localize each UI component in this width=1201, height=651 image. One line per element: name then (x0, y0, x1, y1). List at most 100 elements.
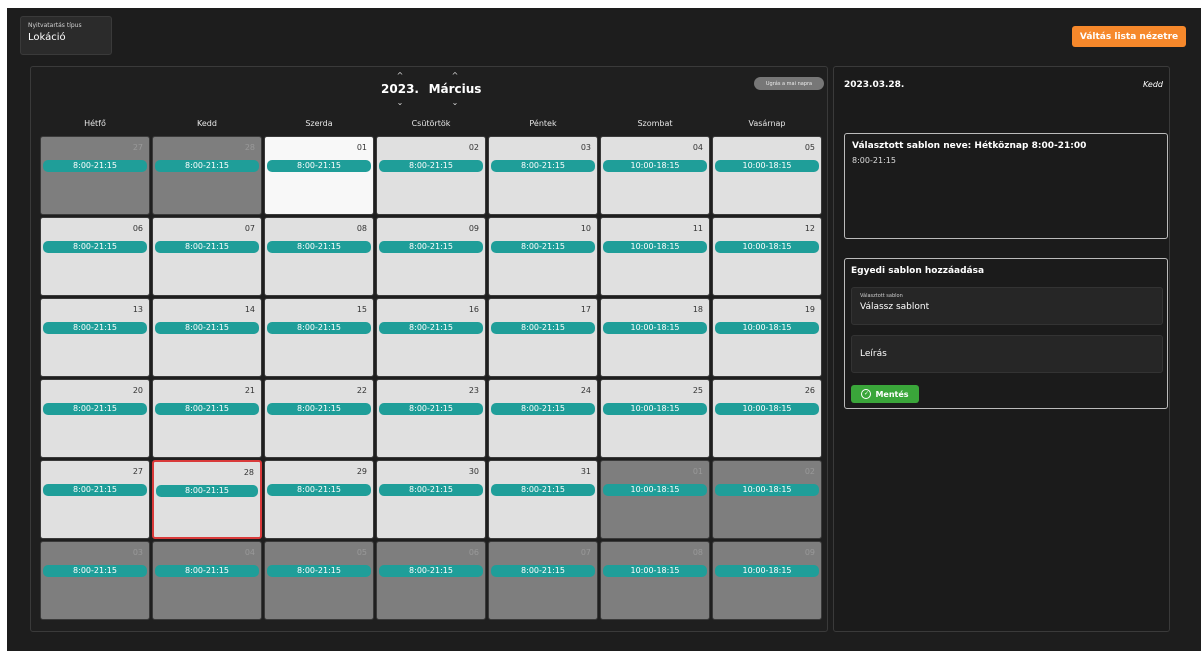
year-up-icon[interactable]: ^ (397, 71, 404, 80)
day-number: 03 (580, 143, 591, 152)
template-select[interactable]: Választott sablon Válassz sablont (851, 287, 1163, 325)
day-number: 24 (580, 386, 591, 395)
weekday-label: Szombat (637, 119, 673, 128)
year-down-icon[interactable]: ⌄ (397, 98, 404, 107)
calendar-panel: ^ 2023. ⌄ ^ Március ⌄ Ugrás a mai napra … (30, 66, 828, 632)
day-cell[interactable]: 27 8:00-21:15 (40, 136, 150, 215)
day-cell[interactable]: 21 8:00-21:15 (152, 379, 262, 458)
day-number: 08 (692, 548, 703, 557)
custom-template-box: Egyedi sablon hozzáadása Választott sabl… (844, 258, 1168, 409)
opening-hours-pill: 10:00-18:15 (603, 484, 707, 496)
opening-hours-pill: 10:00-18:15 (603, 565, 707, 577)
day-number: 10 (580, 224, 591, 233)
opening-hours-pill: 10:00-18:15 (603, 322, 707, 334)
opening-type-label: Nyitvatartás típus (28, 22, 82, 29)
opening-hours-pill: 8:00-21:15 (155, 241, 259, 253)
app-root: Nyitvatartás típus Lokáció Váltás lista … (7, 8, 1201, 651)
opening-hours-pill: 8:00-21:15 (155, 403, 259, 415)
day-cell[interactable]: 03 8:00-21:15 (488, 136, 598, 215)
day-number: 28 (243, 468, 254, 477)
day-cell[interactable]: 09 8:00-21:15 (376, 217, 486, 296)
day-cell[interactable]: 09 10:00-18:15 (712, 541, 822, 620)
day-number: 01 (356, 143, 367, 152)
day-cell[interactable]: 10 8:00-21:15 (488, 217, 598, 296)
day-cell[interactable]: 16 8:00-21:15 (376, 298, 486, 377)
day-cell[interactable]: 20 8:00-21:15 (40, 379, 150, 458)
day-number: 01 (692, 467, 703, 476)
opening-type-select[interactable]: Nyitvatartás típus Lokáció (20, 16, 112, 55)
day-cell[interactable]: 02 8:00-21:15 (376, 136, 486, 215)
day-cell[interactable]: 06 8:00-21:15 (40, 217, 150, 296)
day-number: 26 (804, 386, 815, 395)
opening-hours-pill: 10:00-18:15 (603, 403, 707, 415)
day-cell[interactable]: 24 8:00-21:15 (488, 379, 598, 458)
opening-hours-pill: 10:00-18:15 (715, 565, 819, 577)
day-number: 28 (244, 143, 255, 152)
day-number: 14 (244, 305, 255, 314)
day-cell[interactable]: 08 10:00-18:15 (600, 541, 710, 620)
opening-hours-pill: 8:00-21:15 (491, 403, 595, 415)
month-up-icon[interactable]: ^ (452, 71, 459, 80)
opening-hours-pill: 10:00-18:15 (715, 403, 819, 415)
selected-day-name: Kedd (1142, 80, 1163, 89)
day-number: 02 (804, 467, 815, 476)
day-cell[interactable]: 31 8:00-21:15 (488, 460, 598, 539)
day-cell[interactable]: 17 8:00-21:15 (488, 298, 598, 377)
description-field[interactable]: Leírás (851, 335, 1163, 373)
day-number: 05 (356, 548, 367, 557)
day-cell[interactable]: 07 8:00-21:15 (152, 217, 262, 296)
day-cell[interactable]: 23 8:00-21:15 (376, 379, 486, 458)
day-number: 27 (132, 467, 143, 476)
opening-hours-pill: 10:00-18:15 (715, 322, 819, 334)
day-cell[interactable]: 18 10:00-18:15 (600, 298, 710, 377)
day-cell[interactable]: 13 8:00-21:15 (40, 298, 150, 377)
opening-hours-pill: 8:00-21:15 (267, 403, 371, 415)
weekday-label: Kedd (197, 119, 217, 128)
opening-hours-pill: 8:00-21:15 (491, 322, 595, 334)
day-cell[interactable]: 05 8:00-21:15 (264, 541, 374, 620)
switch-list-view-button[interactable]: Váltás lista nézetre (1072, 26, 1186, 47)
day-cell[interactable]: 01 10:00-18:15 (600, 460, 710, 539)
save-button[interactable]: ✓ Mentés (851, 385, 919, 403)
opening-hours-pill: 8:00-21:15 (379, 565, 483, 577)
weekday-label: Péntek (529, 119, 557, 128)
day-cell[interactable]: 06 8:00-21:15 (376, 541, 486, 620)
day-cell[interactable]: 22 8:00-21:15 (264, 379, 374, 458)
template-select-label: Választott sablon (860, 293, 903, 299)
template-hours: 8:00-21:15 (852, 156, 896, 165)
day-cell[interactable]: 28 8:00-21:15 (152, 136, 262, 215)
day-cell[interactable]: 03 8:00-21:15 (40, 541, 150, 620)
day-cell[interactable]: 07 8:00-21:15 (488, 541, 598, 620)
day-cell[interactable]: 04 8:00-21:15 (152, 541, 262, 620)
day-cell[interactable]: 15 8:00-21:15 (264, 298, 374, 377)
save-label: Mentés (875, 389, 909, 399)
day-cell[interactable]: 01 8:00-21:15 (264, 136, 374, 215)
day-cell[interactable]: 19 10:00-18:15 (712, 298, 822, 377)
day-cell[interactable]: 26 10:00-18:15 (712, 379, 822, 458)
day-cell[interactable]: 02 10:00-18:15 (712, 460, 822, 539)
day-cell[interactable]: 29 8:00-21:15 (264, 460, 374, 539)
day-cell[interactable]: 30 8:00-21:15 (376, 460, 486, 539)
year-navigator: ^ 2023. ⌄ (379, 71, 421, 107)
day-cell[interactable]: 12 10:00-18:15 (712, 217, 822, 296)
month-down-icon[interactable]: ⌄ (452, 98, 459, 107)
opening-hours-pill: 8:00-21:15 (43, 565, 147, 577)
day-cell[interactable]: 05 10:00-18:15 (712, 136, 822, 215)
day-cell[interactable]: 04 10:00-18:15 (600, 136, 710, 215)
weekday-label: Csütörtök (411, 119, 451, 128)
day-number: 25 (692, 386, 703, 395)
jump-today-button[interactable]: Ugrás a mai napra (754, 77, 824, 90)
day-number: 06 (468, 548, 479, 557)
day-number: 08 (356, 224, 367, 233)
day-cell[interactable]: 27 8:00-21:15 (40, 460, 150, 539)
day-cell[interactable]: 14 8:00-21:15 (152, 298, 262, 377)
opening-hours-pill: 8:00-21:15 (155, 160, 259, 172)
day-cell[interactable]: 11 10:00-18:15 (600, 217, 710, 296)
day-cell[interactable]: 08 8:00-21:15 (264, 217, 374, 296)
day-number: 03 (132, 548, 143, 557)
day-number: 19 (804, 305, 815, 314)
year-value: 2023. (381, 82, 419, 96)
day-cell[interactable]: 25 10:00-18:15 (600, 379, 710, 458)
day-number: 18 (692, 305, 703, 314)
day-cell[interactable]: 28 8:00-21:15 (152, 460, 262, 539)
